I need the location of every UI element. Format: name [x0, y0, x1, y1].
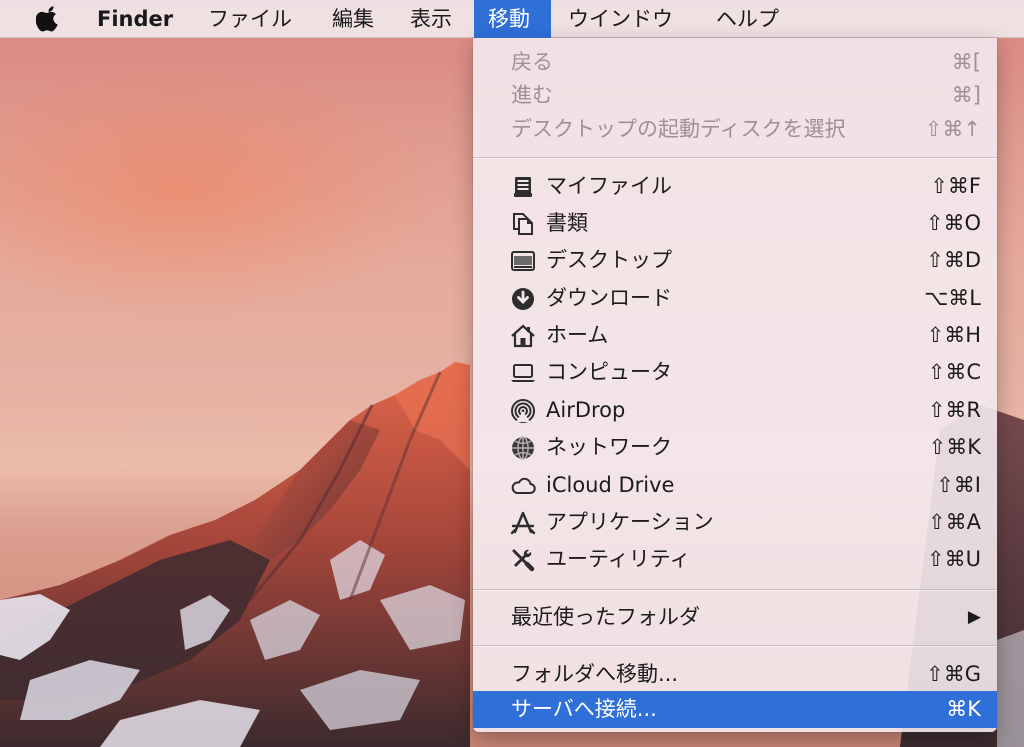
menu-item-go-to-folder[interactable]: フォルダへ移動... ⇧⌘G: [473, 656, 997, 693]
menu-item-recent-folders[interactable]: 最近使ったフォルダ ▶: [473, 599, 997, 636]
menu-item-connect-to-server[interactable]: サーバへ接続... ⌘K: [473, 691, 997, 728]
menu-item-home[interactable]: ホーム ⇧⌘H: [473, 317, 997, 354]
menu-item-startup-disk[interactable]: デスクトップの起動ディスクを選択 ⇧⌘↑: [473, 111, 997, 148]
menu-item-label: AirDrop: [546, 398, 626, 422]
menu-item-airdrop[interactable]: AirDrop ⇧⌘R: [473, 392, 997, 429]
menu-item-shortcut: ⇧⌘A: [928, 510, 981, 534]
menu-separator: [473, 589, 997, 591]
menu-bar: Finder ファイル 編集 表示 移動 ウインドウ ヘルプ: [0, 0, 1024, 38]
menu-item-shortcut: ⇧⌘↑: [924, 117, 981, 141]
apple-logo-icon[interactable]: [36, 5, 62, 33]
menu-item-desktop[interactable]: デスクトップ ⇧⌘D: [473, 242, 997, 279]
menubar-file[interactable]: ファイル: [208, 0, 292, 38]
menu-item-shortcut: ⌘K: [946, 697, 981, 721]
applications-icon: [510, 510, 536, 536]
menu-item-label: 書類: [546, 211, 588, 235]
menu-item-computer[interactable]: コンピュータ ⇧⌘C: [473, 354, 997, 391]
menu-item-shortcut: ⇧⌘C: [927, 360, 981, 384]
menu-item-shortcut: ⇧⌘U: [927, 547, 981, 571]
menubar-go[interactable]: 移動: [474, 0, 551, 38]
all-my-files-icon: [510, 174, 536, 200]
menu-item-network[interactable]: ネットワーク ⇧⌘K: [473, 429, 997, 466]
menu-item-utilities[interactable]: ユーティリティ ⇧⌘U: [473, 541, 997, 578]
menu-item-label: デスクトップの起動ディスクを選択: [511, 117, 846, 141]
menu-item-back[interactable]: 戻る ⌘[: [473, 44, 997, 81]
menu-item-label: 戻る: [511, 50, 553, 74]
menu-item-all-my-files[interactable]: マイファイル ⇧⌘F: [473, 168, 997, 205]
menu-item-applications[interactable]: アプリケーション ⇧⌘A: [473, 504, 997, 541]
downloads-icon: [510, 286, 536, 312]
airdrop-icon: [510, 398, 536, 424]
desktop-icon: [510, 248, 536, 274]
home-icon: [510, 323, 536, 349]
menu-item-shortcut: ⌘]: [951, 83, 981, 107]
utilities-icon: [510, 547, 536, 573]
computer-icon: [510, 360, 536, 386]
network-icon: [510, 435, 536, 461]
menu-item-label: ユーティリティ: [546, 547, 691, 571]
menu-item-label: iCloud Drive: [546, 473, 675, 497]
menu-item-icloud-drive[interactable]: iCloud Drive ⇧⌘I: [473, 467, 997, 504]
menu-item-downloads[interactable]: ダウンロード ⌥⌘L: [473, 280, 997, 317]
menu-item-label: ダウンロード: [546, 286, 672, 310]
menu-item-shortcut: ⇧⌘D: [926, 248, 981, 272]
menu-item-label: マイファイル: [546, 174, 672, 198]
menu-separator: [473, 157, 997, 159]
menu-item-label: フォルダへ移動...: [511, 662, 679, 686]
menubar-help[interactable]: ヘルプ: [716, 0, 779, 38]
menu-item-label: コンピュータ: [546, 360, 672, 384]
menubar-edit[interactable]: 編集: [332, 0, 374, 38]
menubar-window[interactable]: ウインドウ: [568, 0, 673, 38]
menu-item-label: 進む: [511, 83, 553, 107]
menubar-app-name[interactable]: Finder: [97, 0, 173, 38]
submenu-arrow-icon: ▶: [967, 607, 981, 627]
menu-item-shortcut: ⇧⌘G: [926, 662, 981, 686]
menu-item-shortcut: ⌘[: [951, 50, 981, 74]
menu-item-label: 最近使ったフォルダ: [511, 605, 700, 629]
menu-item-shortcut: ⇧⌘H: [926, 323, 981, 347]
menubar-view[interactable]: 表示: [410, 0, 452, 38]
icloud-icon: [510, 473, 536, 499]
menu-item-label: デスクトップ: [546, 248, 672, 272]
menu-item-shortcut: ⇧⌘F: [930, 174, 981, 198]
menu-item-shortcut: ⇧⌘K: [928, 435, 981, 459]
menu-item-shortcut: ⇧⌘I: [936, 473, 981, 497]
menu-item-documents[interactable]: 書類 ⇧⌘O: [473, 205, 997, 242]
menu-item-label: ホーム: [546, 323, 609, 347]
menu-item-shortcut: ⇧⌘R: [927, 398, 981, 422]
menu-item-label: ネットワーク: [546, 435, 672, 459]
menu-item-forward[interactable]: 進む ⌘]: [473, 77, 997, 114]
menu-item-label: サーバへ接続...: [511, 697, 657, 721]
menu-separator: [473, 645, 997, 647]
menu-item-label: アプリケーション: [546, 510, 714, 534]
go-menu-dropdown: 戻る ⌘[ 進む ⌘] デスクトップの起動ディスクを選択 ⇧⌘↑ マイファイル …: [473, 38, 997, 732]
menu-item-shortcut: ⇧⌘O: [925, 211, 981, 235]
menu-item-shortcut: ⌥⌘L: [924, 286, 981, 310]
documents-icon: [510, 211, 536, 237]
